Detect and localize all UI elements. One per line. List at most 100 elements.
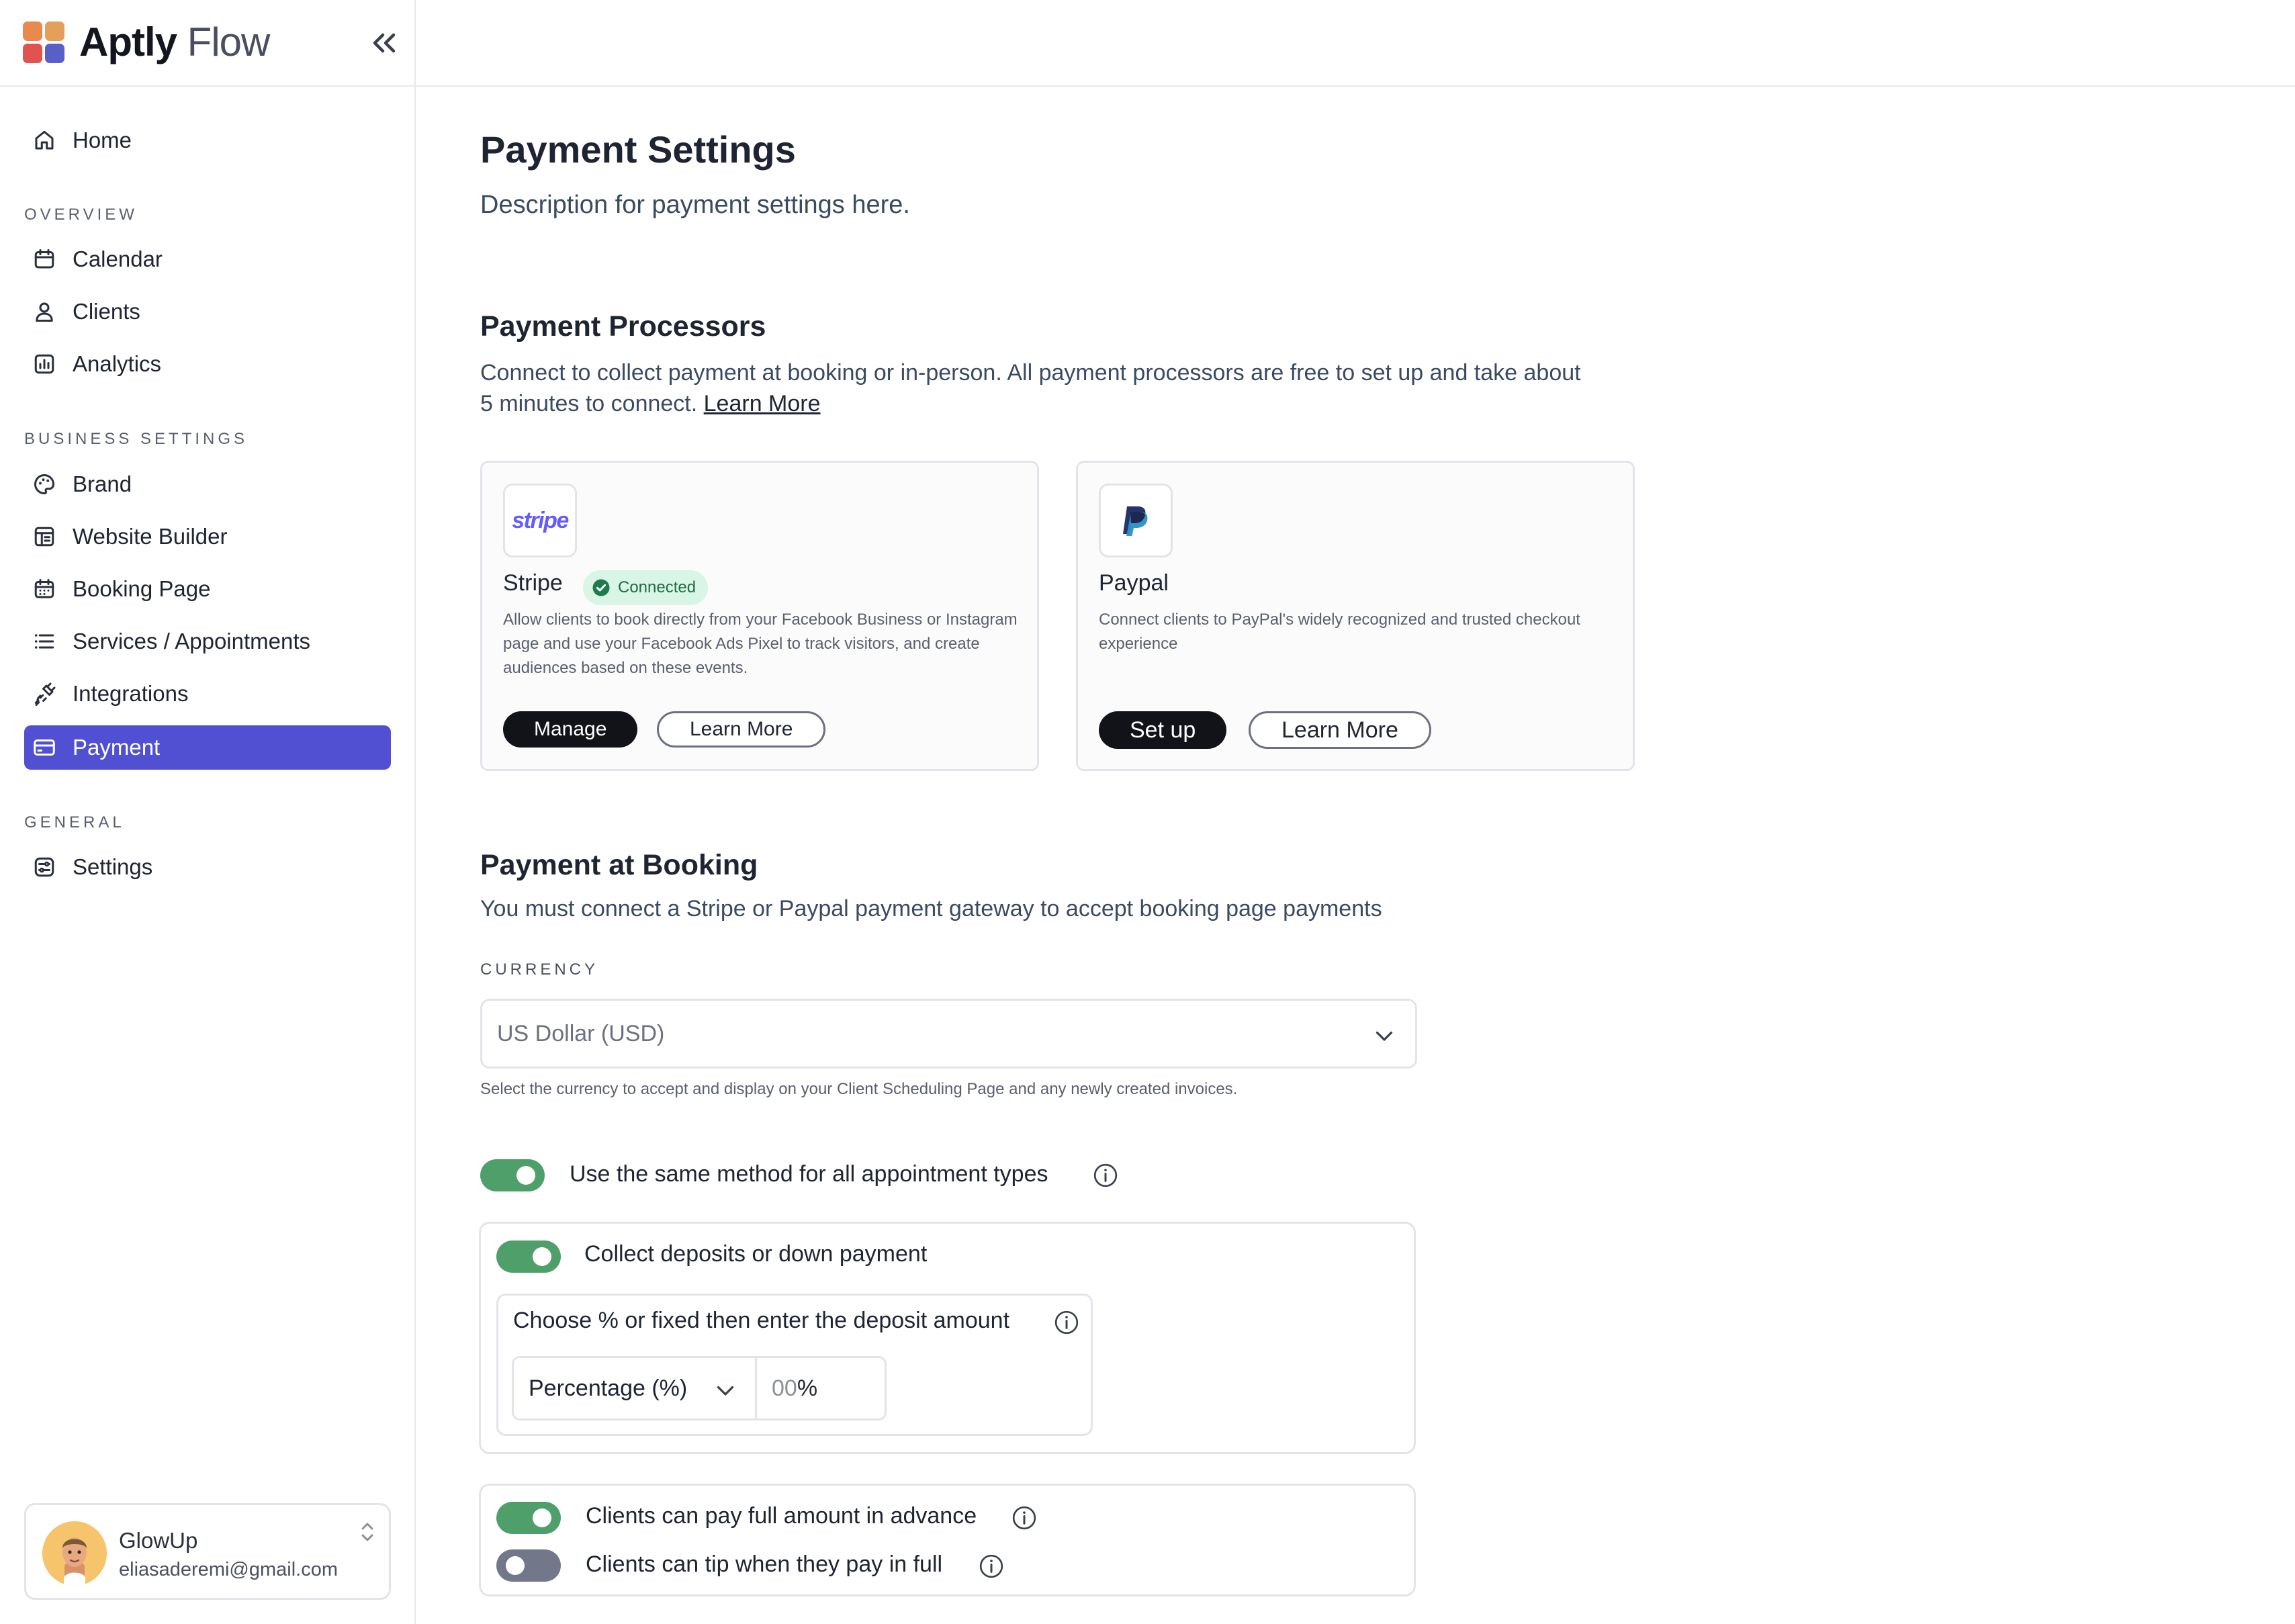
section-business-settings: BUSINESS SETTINGS (24, 430, 249, 448)
processors-title: Payment Processors (480, 310, 766, 343)
paypal-icon (1123, 506, 1148, 536)
chart-icon (31, 351, 58, 377)
chevron-up-down-icon (361, 1523, 373, 1541)
same-method-label: Use the same method for all appointment … (570, 1161, 1048, 1187)
brand-name-light: Flow (187, 19, 271, 64)
deposit-amount-input[interactable]: 00% (757, 1358, 885, 1418)
sidebar-item-services[interactable]: Services / Appointments (24, 619, 391, 664)
currency-label: CURRENCY (480, 960, 599, 979)
deposit-choose-label: Choose % or fixed then enter the deposit… (513, 1308, 1010, 1333)
paypal-setup-button[interactable]: Set up (1099, 711, 1227, 749)
processors-text-body: Connect to collect payment at booking or… (480, 360, 1581, 416)
page-description: Description for payment settings here. (480, 191, 910, 219)
settings-icon (31, 854, 58, 881)
sidebar-item-calendar[interactable]: Calendar (24, 237, 391, 281)
info-icon[interactable] (1092, 1162, 1119, 1189)
sidebar-item-booking-page[interactable]: Booking Page (24, 567, 391, 611)
processors-learn-more-link[interactable]: Learn More (704, 391, 821, 416)
sidebar-item-integrations[interactable]: Integrations (24, 672, 391, 716)
sidebar-item-label: Calendar (73, 246, 163, 271)
deposit-type-value: Percentage (%) (529, 1375, 688, 1401)
brand-name: Aptly Flow (79, 19, 271, 66)
sidebar-item-payment[interactable]: Payment (24, 725, 391, 770)
paypal-learn-more-button[interactable]: Learn More (1249, 711, 1431, 749)
credit-card-icon (31, 734, 58, 761)
sidebar-item-label: Payment (73, 735, 161, 760)
plug-icon (31, 680, 58, 707)
deposit-type-select[interactable]: Percentage (%) (514, 1358, 757, 1418)
chevron-down-icon (717, 1386, 734, 1396)
deposit-input-group: Percentage (%) 00% (512, 1356, 887, 1420)
top-bar (416, 0, 2295, 87)
calendar-grid-icon (31, 576, 58, 602)
sidebar-item-label: Clients (73, 299, 140, 324)
stripe-name: Stripe (503, 570, 563, 596)
check-circle-icon (592, 579, 610, 596)
currency-select[interactable]: US Dollar (USD) (480, 999, 1417, 1069)
full-payment-panel: Clients can pay full amount in advance C… (479, 1484, 1416, 1596)
deposit-panel: Collect deposits or down payment Choose … (479, 1222, 1416, 1454)
full-amount-toggle[interactable] (496, 1502, 561, 1534)
sidebar-item-label: Integrations (73, 681, 189, 706)
sidebar-item-label: Analytics (73, 351, 162, 376)
sidebar-item-brand[interactable]: Brand (24, 462, 391, 506)
info-icon[interactable] (1053, 1309, 1080, 1336)
section-general: GENERAL (24, 813, 125, 831)
sidebar-item-label: Brand (73, 471, 132, 496)
sidebar-item-label: Services / Appointments (73, 629, 311, 653)
booking-text: You must connect a Stripe or Paypal paym… (480, 896, 1382, 921)
deposit-label: Collect deposits or down payment (584, 1241, 928, 1267)
info-icon[interactable] (978, 1553, 1005, 1580)
paypal-description: Connect clients to PayPal's widely recog… (1099, 611, 1580, 653)
sidebar-item-analytics[interactable]: Analytics (24, 342, 391, 386)
stripe-card: stripe Stripe Connected Allow clients to… (480, 461, 1039, 771)
info-icon[interactable] (1011, 1504, 1038, 1531)
user-name: GlowUp (119, 1528, 198, 1553)
paypal-logo (1099, 484, 1173, 557)
brand-name-bold: Aptly (79, 19, 177, 64)
paypal-card: Paypal Connect clients to PayPal's widel… (1076, 461, 1635, 771)
palette-icon (31, 471, 58, 498)
deposit-amount-field: 00% (772, 1375, 817, 1402)
currency-help-text: Select the currency to accept and displa… (480, 1080, 1238, 1098)
calendar-icon (31, 246, 58, 273)
logo-icon (23, 21, 64, 63)
booking-title: Payment at Booking (480, 849, 758, 881)
status-badge-label: Connected (618, 578, 696, 596)
sidebar-item-website-builder[interactable]: Website Builder (24, 514, 391, 559)
tip-label: Clients can tip when they pay in full (586, 1551, 943, 1577)
avatar (42, 1521, 107, 1586)
deposit-amount-group: Choose % or fixed then enter the deposit… (496, 1294, 1093, 1436)
sidebar-item-label: Booking Page (73, 576, 211, 601)
page-title: Payment Settings (480, 128, 796, 171)
deposit-toggle[interactable] (496, 1240, 561, 1273)
collapse-sidebar-button[interactable] (367, 28, 402, 58)
sidebar-item-clients[interactable]: Clients (24, 289, 391, 334)
full-amount-label: Clients can pay full amount in advance (586, 1503, 977, 1529)
layout-icon (31, 523, 58, 550)
sidebar-item-settings[interactable]: Settings (24, 845, 391, 889)
sidebar: Aptly Flow Home OVERVIEW Calendar Client… (0, 0, 416, 1624)
list-icon (31, 628, 58, 655)
deposit-amount-suffix: % (797, 1375, 818, 1401)
deposit-amount-placeholder: 00 (772, 1375, 797, 1401)
tip-toggle[interactable] (496, 1549, 561, 1582)
paypal-name: Paypal (1099, 570, 1169, 596)
brand-header: Aptly Flow (0, 0, 414, 87)
home-icon (31, 127, 58, 154)
stripe-learn-more-button[interactable]: Learn More (657, 711, 826, 748)
chevrons-left-icon (373, 33, 396, 53)
stripe-logo: stripe (503, 484, 577, 557)
sidebar-item-home[interactable]: Home (24, 118, 391, 163)
account-switcher[interactable]: GlowUp eliasaderemi@gmail.com (24, 1503, 391, 1600)
processors-text: Connect to collect payment at booking or… (480, 357, 1588, 419)
sidebar-item-label: Home (73, 128, 132, 152)
stripe-description: Allow clients to book directly from your… (503, 611, 1018, 677)
app-window: Aptly Flow Home OVERVIEW Calendar Client… (0, 0, 2295, 1624)
sidebar-item-label: Website Builder (73, 524, 228, 549)
currency-select-value: US Dollar (USD) (497, 1021, 665, 1046)
user-icon (31, 298, 58, 325)
same-method-toggle[interactable] (480, 1159, 545, 1191)
stripe-manage-button[interactable]: Manage (503, 711, 638, 748)
section-overview: OVERVIEW (24, 206, 138, 224)
